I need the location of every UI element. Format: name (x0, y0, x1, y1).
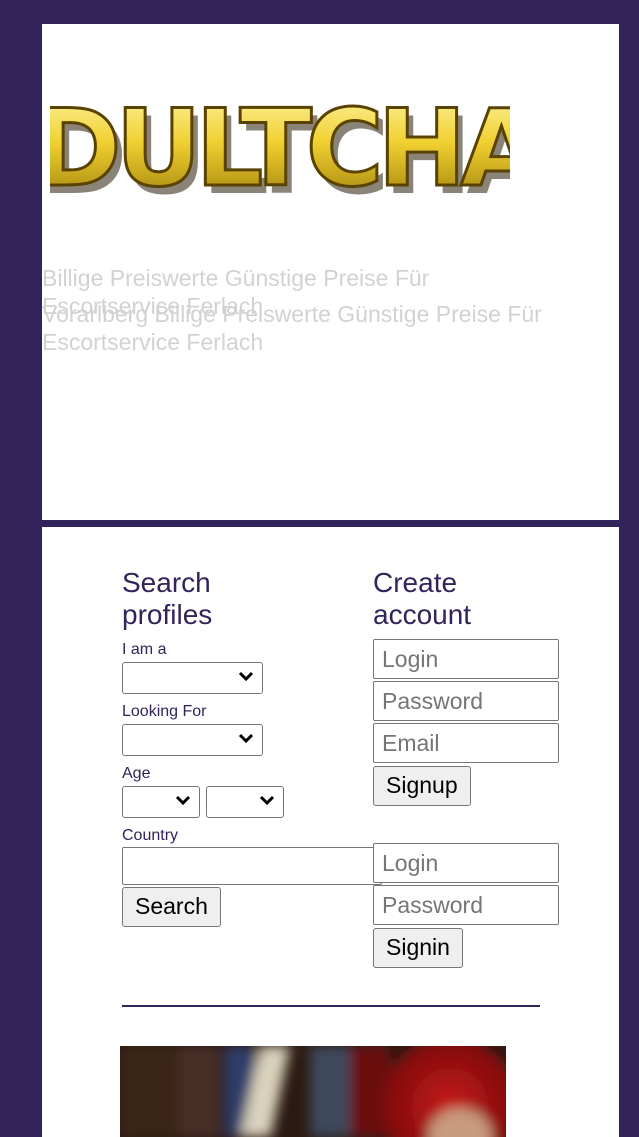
age-max-select[interactable] (206, 786, 284, 818)
tagline-line-2: Vorarlberg Billige Preiswerte Günstige P… (42, 301, 542, 355)
i-am-select[interactable] (122, 662, 263, 694)
chevron-down-icon (238, 733, 254, 744)
adultchat-logo[interactable]: ADULTCHAT ADULTCHAT (50, 79, 510, 229)
chevron-down-icon (259, 795, 275, 806)
looking-for-label: Looking For (122, 703, 207, 720)
top-bar (10, 0, 639, 8)
age-min-select[interactable] (122, 786, 200, 818)
signup-login-input[interactable] (373, 639, 559, 679)
looking-for-select[interactable] (122, 724, 263, 756)
svg-text:ADULTCHAT: ADULTCHAT (50, 87, 510, 210)
country-input[interactable] (122, 847, 382, 885)
i-am-label: I am a (122, 641, 167, 658)
chevron-down-icon (175, 795, 191, 806)
signin-button[interactable]: Signin (373, 928, 463, 968)
section-divider (122, 1005, 540, 1007)
chevron-down-icon (238, 671, 254, 682)
country-label: Country (122, 827, 179, 844)
main-panel: Search profiles Create account I am a Lo… (42, 527, 619, 1137)
signup-button[interactable]: Signup (373, 766, 471, 806)
signin-password-input[interactable] (373, 885, 559, 925)
signup-password-input[interactable] (373, 681, 559, 721)
header-panel: ADULTCHAT ADULTCHAT Billige Preiswerte G… (42, 24, 619, 520)
signup-email-input[interactable] (373, 723, 559, 763)
signin-login-input[interactable] (373, 843, 559, 883)
search-profiles-title: Search profiles (122, 567, 213, 630)
profile-photo[interactable] (120, 1046, 506, 1137)
create-account-title: Create account (373, 567, 472, 630)
age-label: Age (122, 765, 151, 782)
search-button[interactable]: Search (122, 887, 221, 927)
